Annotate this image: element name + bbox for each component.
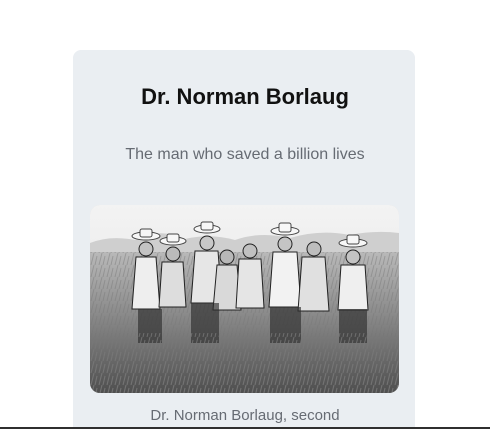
subtitle: The man who saved a billion lives bbox=[125, 146, 365, 163]
page: Dr. Norman Borlaug The man who saved a b… bbox=[0, 0, 490, 429]
field-workers-photo bbox=[90, 205, 399, 393]
page-title: Dr. Norman Borlaug bbox=[141, 84, 349, 109]
field-photo bbox=[90, 205, 399, 393]
photo-caption: Dr. Norman Borlaug, second bbox=[150, 407, 340, 424]
